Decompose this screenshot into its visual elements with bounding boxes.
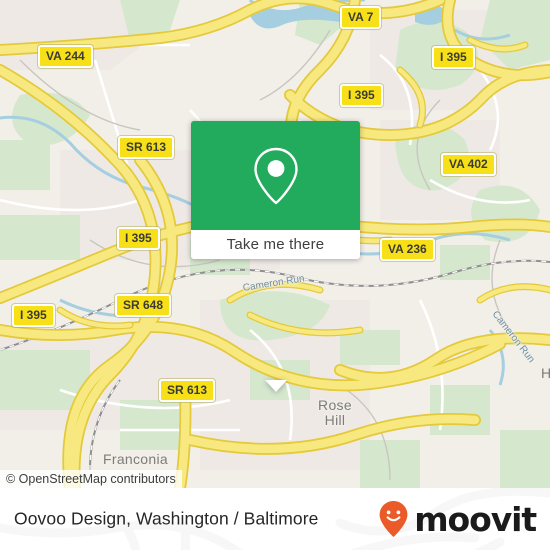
road-shield: I 395 xyxy=(340,84,383,107)
take-me-there-button[interactable]: Take me there xyxy=(191,230,360,259)
moovit-brand[interactable]: moovit xyxy=(378,499,537,539)
road-shield: SR 613 xyxy=(118,136,175,159)
card-icon-area xyxy=(191,121,360,230)
osm-attribution[interactable]: © OpenStreetMap contributors xyxy=(0,470,182,488)
road-shield: VA 236 xyxy=(380,238,435,261)
road-shield: SR 648 xyxy=(115,294,172,317)
moovit-wordmark: moovit xyxy=(414,499,537,539)
road-shield: SR 613 xyxy=(159,379,216,402)
footer-bar: Oovoo Design, Washington / Baltimore moo… xyxy=(0,488,550,550)
page-title: Oovoo Design, Washington / Baltimore xyxy=(14,508,319,529)
take-me-there-card[interactable]: Take me there xyxy=(191,121,360,392)
road-shield: VA 244 xyxy=(38,45,93,68)
road-shield: I 395 xyxy=(117,227,160,250)
road-shield: VA 7 xyxy=(340,6,382,29)
map-pin-icon xyxy=(253,147,298,204)
screenshot-root: VA 7 VA 244 I 395 I 395 SR 613 VA 402 I … xyxy=(0,0,550,550)
card-pointer-tail xyxy=(264,380,287,392)
road-shield: VA 402 xyxy=(441,153,496,176)
moovit-smiley-pin-icon xyxy=(379,501,408,537)
road-shield: I 395 xyxy=(432,46,475,69)
take-me-there-label: Take me there xyxy=(226,236,325,253)
road-shield: I 395 xyxy=(12,304,55,327)
